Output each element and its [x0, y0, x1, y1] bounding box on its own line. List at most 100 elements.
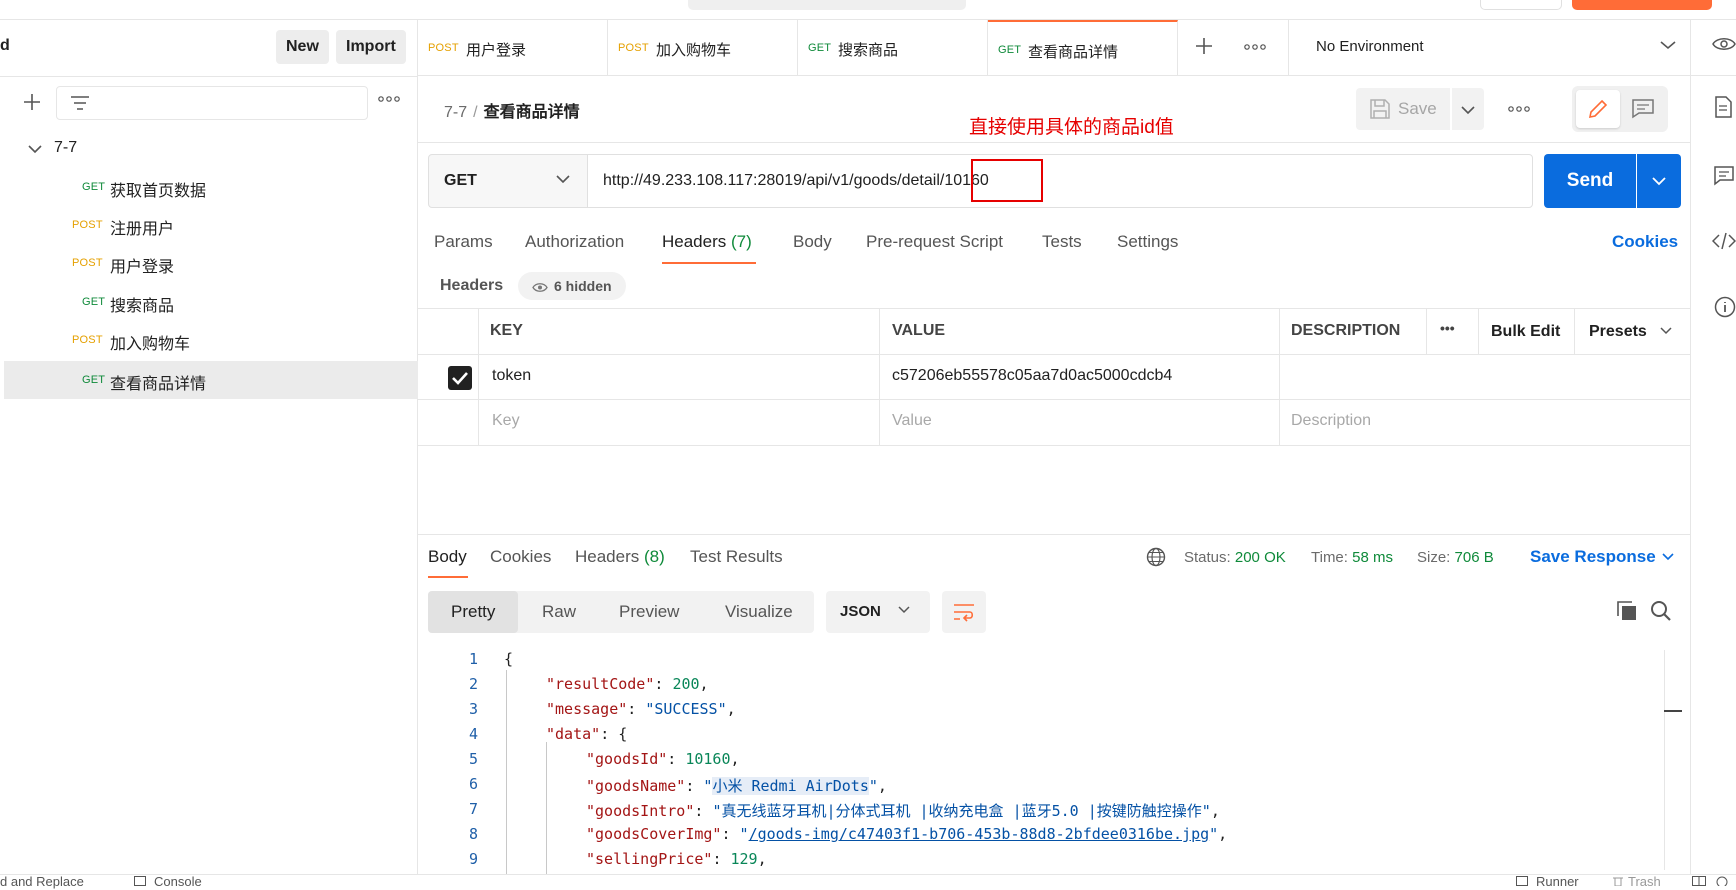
method-badge: POST [72, 257, 103, 269]
view-preview-button[interactable]: Preview [619, 602, 679, 622]
header-value-cell[interactable]: c57206eb55578c05aa7d0ac5000cdcb4 [892, 367, 1172, 385]
save-response-button[interactable]: Save Response [1530, 547, 1656, 567]
response-body-code[interactable]: 1 2 3 4 5 6 7 8 9 { "resultCode": 200, "… [418, 648, 1690, 874]
response-tab-headers[interactable]: Headers (8) [575, 547, 665, 567]
top-invite-button[interactable] [1480, 0, 1562, 10]
cover-image-link[interactable]: /goods-img/c47403f1-b706-453b-88d8-2bfde… [749, 825, 1210, 843]
presets-dropdown[interactable]: Presets [1589, 323, 1647, 341]
send-button[interactable]: Send [1544, 154, 1636, 208]
search-icon[interactable] [1650, 600, 1672, 622]
response-tab-headers-count: (8) [644, 547, 665, 566]
tab-authorization[interactable]: Authorization [525, 232, 624, 252]
request-tab[interactable]: GET 搜索商品 [798, 20, 988, 76]
breadcrumb-collection[interactable]: 7-7 [444, 104, 467, 121]
sidebar-filter-input[interactable] [56, 86, 368, 120]
send-options-button[interactable] [1637, 154, 1681, 208]
tab-params[interactable]: Params [434, 232, 493, 252]
filter-icon [70, 94, 90, 112]
response-tab-cookies[interactable]: Cookies [490, 547, 551, 567]
method-badge: POST [72, 334, 103, 346]
copy-icon[interactable] [1616, 600, 1638, 622]
wrap-lines-button[interactable] [942, 591, 986, 633]
tab-headers[interactable]: Headers (7) [662, 232, 752, 252]
tab-tests[interactable]: Tests [1042, 232, 1082, 252]
save-options-button[interactable] [1452, 88, 1484, 130]
response-tab-body[interactable]: Body [428, 547, 467, 567]
sidebar-request-item[interactable]: POST 用户登录 [4, 244, 418, 282]
request-tab-active[interactable]: GET 查看商品详情 [988, 20, 1178, 76]
add-collection-icon[interactable] [22, 92, 42, 112]
sidebar-request-item[interactable]: GET 搜索商品 [4, 283, 418, 321]
save-button[interactable]: Save [1356, 88, 1450, 130]
cookies-link[interactable]: Cookies [1612, 232, 1678, 252]
column-options-icon[interactable]: ••• [1440, 320, 1455, 336]
comments-icon[interactable] [1714, 166, 1734, 186]
url-text[interactable]: http://49.233.108.117:28019/api/v1/goods… [603, 172, 989, 190]
sidebar-request-item[interactable]: GET 获取首页数据 [4, 168, 418, 206]
layout-icon[interactable] [1692, 876, 1706, 886]
hidden-headers-toggle[interactable]: 6 hidden [518, 272, 626, 300]
request-title[interactable]: 查看商品详情 [484, 104, 580, 121]
value-placeholder[interactable]: Value [892, 412, 932, 430]
tab-body[interactable]: Body [793, 232, 832, 252]
code-line: "resultCode": 200, [546, 675, 709, 693]
key-placeholder[interactable]: Key [492, 412, 520, 430]
import-button[interactable]: Import [336, 30, 406, 64]
edit-mode-button[interactable] [1576, 90, 1620, 128]
collection-item[interactable]: 7-7 [4, 130, 418, 168]
divider [879, 308, 880, 445]
indent-guide [546, 742, 547, 874]
request-tab[interactable]: POST 加入购物车 [608, 20, 798, 76]
chevron-down-icon[interactable] [1662, 553, 1674, 561]
format-label: JSON [840, 603, 881, 620]
eye-icon[interactable] [1712, 36, 1736, 52]
line-number: 9 [468, 850, 478, 868]
request-tab[interactable]: POST 用户登录 [418, 20, 608, 76]
view-visualize-button[interactable]: Visualize [725, 602, 793, 622]
request-more-icon[interactable] [1508, 106, 1530, 112]
response-tab-test-results[interactable]: Test Results [690, 547, 783, 567]
console-button[interactable]: Console [154, 874, 202, 889]
line-number: 3 [468, 700, 478, 718]
tab-settings[interactable]: Settings [1117, 232, 1178, 252]
chevron-down-icon [556, 174, 570, 184]
divider [1574, 308, 1575, 354]
line-number: 8 [468, 825, 478, 843]
view-pretty-button[interactable]: Pretty [451, 602, 495, 622]
save-icon [1370, 99, 1390, 119]
bulk-edit-button[interactable]: Bulk Edit [1491, 323, 1560, 341]
tabs-more-icon[interactable] [1244, 44, 1266, 50]
new-button[interactable]: New [276, 30, 329, 64]
new-tab-icon[interactable] [1194, 36, 1214, 56]
code-scrollbar[interactable] [1664, 650, 1670, 870]
info-icon[interactable] [1714, 296, 1736, 318]
sidebar-request-item[interactable]: POST 注册用户 [4, 206, 418, 244]
description-placeholder[interactable]: Description [1291, 412, 1371, 430]
runner-button[interactable]: Runner [1536, 874, 1579, 889]
documentation-icon[interactable] [1714, 96, 1732, 118]
more-icon[interactable] [378, 96, 400, 102]
tab-prerequest-script[interactable]: Pre-request Script [866, 232, 1003, 252]
header-key-cell[interactable]: token [492, 367, 531, 385]
globe-icon[interactable] [1146, 547, 1166, 567]
trash-button[interactable]: Trash [1628, 874, 1661, 889]
chevron-down-icon[interactable] [1660, 327, 1672, 335]
divider [1426, 308, 1427, 354]
chevron-down-icon[interactable] [1660, 40, 1676, 50]
environment-selector[interactable]: No Environment [1316, 38, 1424, 55]
sidebar-request-item[interactable]: POST 加入购物车 [4, 321, 418, 359]
comment-mode-icon[interactable] [1632, 99, 1654, 119]
find-replace-button[interactable]: d and Replace [0, 874, 84, 889]
global-search-input[interactable] [688, 0, 966, 10]
help-icon[interactable] [1716, 876, 1728, 886]
time-label: Time: [1311, 549, 1348, 566]
time-readout: Time: 58 ms [1311, 549, 1393, 566]
method-badge: GET [808, 42, 832, 54]
line-number: 2 [468, 675, 478, 693]
header-enabled-checkbox[interactable] [448, 366, 472, 390]
view-raw-button[interactable]: Raw [542, 602, 576, 622]
runner-icon [1516, 876, 1528, 886]
top-upgrade-button[interactable] [1572, 0, 1712, 10]
sidebar-request-item-active[interactable]: GET 查看商品详情 [4, 361, 418, 399]
code-icon[interactable] [1712, 232, 1736, 250]
